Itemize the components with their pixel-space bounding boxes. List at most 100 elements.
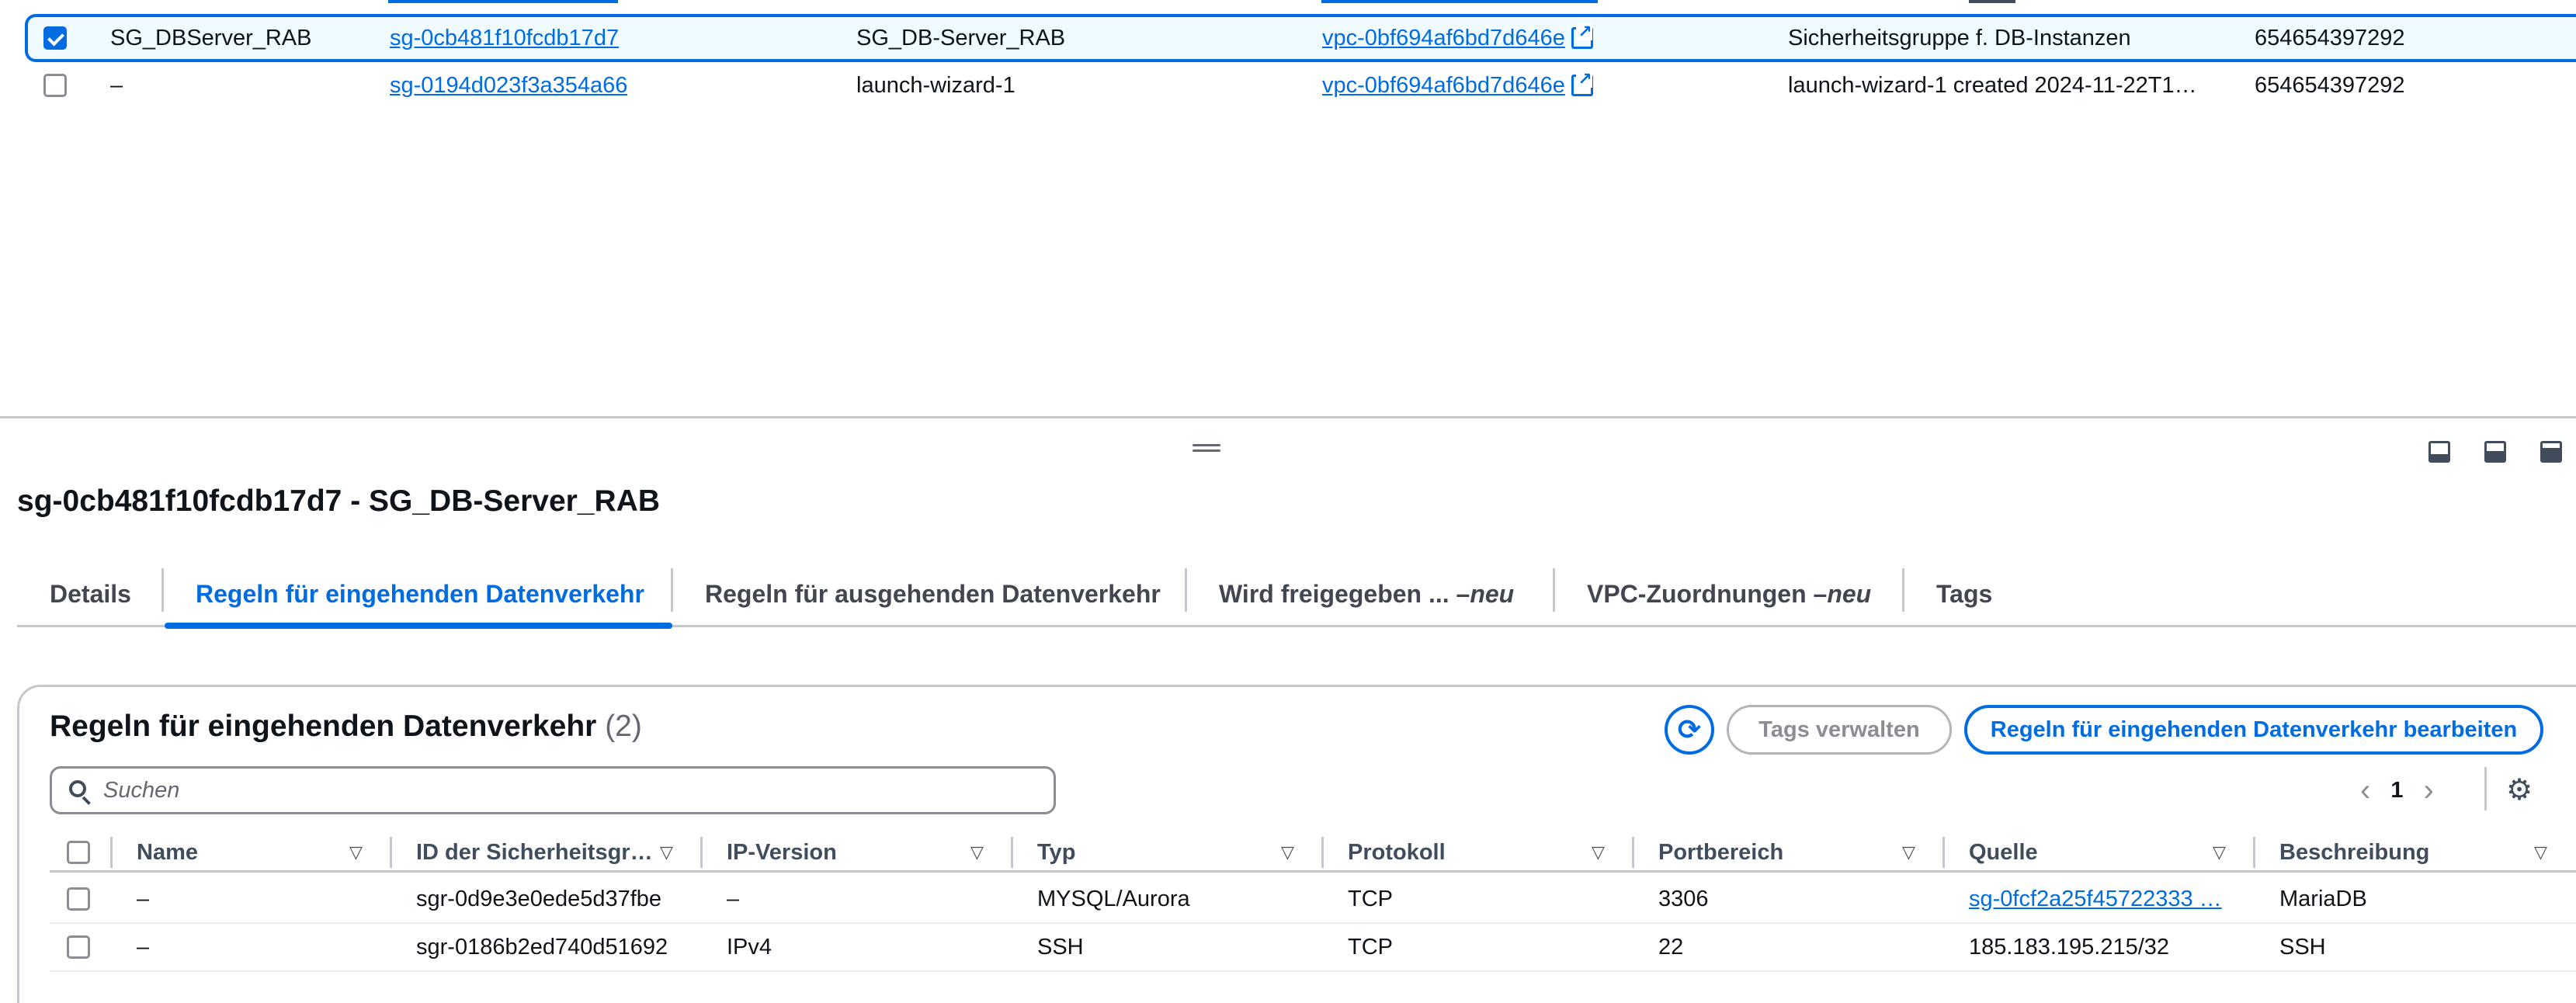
drag-handle-icon[interactable] [1193, 444, 1220, 453]
row-checkbox[interactable] [67, 924, 90, 970]
column-separator[interactable] [1011, 837, 1013, 868]
panel-bottom-icon[interactable] [2428, 441, 2450, 463]
sg-id-link[interactable]: sg-0cb481f10fcdb17d7 [390, 26, 619, 51]
rule-source-link[interactable]: sg-0fcf2a25f45722333 … [1969, 876, 2233, 922]
tab-details[interactable]: Details [50, 560, 131, 627]
column-header-name[interactable]: Name [137, 832, 198, 873]
column-header-source[interactable]: Quelle [1969, 832, 2038, 873]
column-separator[interactable] [110, 837, 113, 868]
row-sg-id-link[interactable]: sg-0194d023f3a354a66 [390, 62, 627, 109]
row-name: SG_DBServer_RAB [110, 25, 312, 50]
sort-icon[interactable]: ▽ [970, 832, 984, 873]
settings-separator [2484, 767, 2487, 810]
column-separator[interactable] [390, 837, 392, 868]
table-row[interactable]: – sgr-0d9e3e0ede5d37fbe – MYSQL/Aurora T… [50, 876, 2576, 924]
column-header-protocol[interactable]: Protokoll [1348, 832, 1446, 873]
search-input[interactable]: Suchen [50, 766, 1056, 814]
sort-icon[interactable]: ▽ [2213, 832, 2226, 873]
refresh-button[interactable]: ⟳ [1665, 705, 1714, 755]
vpc-id-link[interactable]: vpc-0bf694af6bd7d646e [1322, 26, 1565, 51]
column-separator[interactable] [1321, 837, 1324, 868]
sg-id-link[interactable]: sg-0194d023f3a354a66 [390, 73, 627, 99]
tab-inbound-rules[interactable]: Regeln für eingehenden Datenverkehr [196, 560, 644, 627]
tab-vpc-associations[interactable]: VPC-Zuordnungen – neu [1587, 560, 1871, 627]
row-vpc-link[interactable]: vpc-0bf694af6bd7d646e [1322, 62, 1593, 109]
rule-source: 185.183.195.215/32 [1969, 934, 2170, 960]
gear-icon[interactable]: ⚙ [2506, 775, 2533, 806]
manage-tags-button[interactable]: Tags verwalten [1727, 705, 1952, 755]
checkbox-checked-icon[interactable] [43, 26, 67, 50]
column-separator[interactable] [1942, 837, 1945, 868]
chevron-left-icon[interactable]: ‹ [2360, 773, 2370, 808]
rule-port-range: 22 [1658, 934, 1684, 960]
tab-label: Tags [1936, 579, 1993, 608]
column-header-ip-version[interactable]: IP-Version [727, 832, 837, 873]
row-checkbox[interactable] [43, 62, 67, 109]
cut-off-link [388, 0, 618, 3]
panel-maximize-icon[interactable] [2540, 441, 2562, 463]
sort-icon[interactable]: ▽ [1592, 832, 1605, 873]
column-separator[interactable] [700, 837, 703, 868]
sort-icon[interactable]: ▽ [1281, 832, 1294, 873]
column-separator[interactable] [2253, 837, 2255, 868]
tab-outbound-rules[interactable]: Regeln für ausgehenden Datenverkehr [705, 560, 1161, 627]
table-row[interactable]: – sg-0194d023f3a354a66 launch-wizard-1 v… [0, 62, 2576, 109]
column-header-description[interactable]: Beschreibung [2279, 832, 2429, 873]
rule-port-range: 3306 [1658, 886, 1709, 911]
column-separator[interactable] [1632, 837, 1634, 868]
row-name: – [110, 72, 123, 98]
tab-label: VPC-Zuordnungen – [1587, 579, 1828, 608]
external-link-icon[interactable] [1571, 71, 1593, 96]
panel-side-icon[interactable] [2484, 441, 2506, 463]
tab-label: Regeln für ausgehenden Datenverkehr [705, 579, 1161, 608]
tab-separator [671, 568, 673, 612]
edit-inbound-rules-button[interactable]: Regeln für eingehenden Datenverkehr bear… [1964, 705, 2543, 755]
tab-label: Wird freigegeben ... – [1219, 579, 1470, 608]
sort-icon[interactable]: ▽ [2534, 832, 2547, 873]
tab-new-badge: neu [1827, 579, 1872, 608]
rules-title-text: Regeln für eingehenden Datenverkehr [50, 710, 597, 743]
container-title: Regeln für eingehenden Datenverkehr (2) [50, 710, 642, 744]
table-row-selected[interactable]: SG_DBServer_RAB sg-0cb481f10fcdb17d7 SG_… [25, 14, 2576, 62]
rule-description: SSH [2279, 934, 2326, 960]
row-vpc-link[interactable]: vpc-0bf694af6bd7d646e [1322, 17, 1593, 59]
page-title: sg-0cb481f10fcdb17d7 - SG_DB-Server_RAB [17, 484, 660, 518]
tab-tags[interactable]: Tags [1936, 560, 1992, 627]
tab-label: Details [50, 579, 131, 608]
rules-count: (2) [605, 710, 642, 743]
page-number[interactable]: 1 [2390, 778, 2403, 803]
column-header-port-range[interactable]: Portbereich [1658, 832, 1783, 873]
sort-icon[interactable]: ▽ [1902, 832, 1915, 873]
rule-ip-version: – [727, 886, 740, 911]
checkbox-icon[interactable] [67, 887, 90, 911]
chevron-right-icon[interactable]: › [2423, 773, 2433, 808]
detail-tabs: Details Regeln für eingehenden Datenverk… [17, 560, 2576, 629]
checkbox-icon[interactable] [67, 841, 90, 864]
row-checkbox[interactable] [43, 17, 67, 59]
pagination: ‹ 1 › [2360, 772, 2434, 809]
column-header-type[interactable]: Typ [1037, 832, 1075, 873]
row-owner: 654654397292 [2255, 72, 2405, 98]
split-panel-divider[interactable] [0, 416, 2576, 418]
tab-new-badge: neu [1470, 579, 1515, 608]
sort-icon[interactable]: ▽ [660, 832, 673, 873]
row-checkbox[interactable] [67, 876, 90, 922]
row-sg-id-link[interactable]: sg-0cb481f10fcdb17d7 [390, 17, 619, 59]
column-header-id[interactable]: ID der Sicherheitsgr… [416, 832, 653, 873]
checkbox-icon[interactable] [43, 74, 67, 97]
tab-label: Regeln für eingehenden Datenverkehr [196, 579, 644, 608]
rule-ip-version: IPv4 [727, 934, 772, 960]
checkbox-icon[interactable] [67, 935, 90, 959]
rule-name: – [137, 934, 150, 960]
rule-type: SSH [1037, 934, 1084, 960]
sort-icon[interactable]: ▽ [349, 832, 363, 873]
vpc-id-link[interactable]: vpc-0bf694af6bd7d646e [1322, 73, 1565, 99]
header-checkbox[interactable] [67, 832, 90, 873]
table-row[interactable]: – sgr-0186b2ed740d51692 IPv4 SSH TCP 22 … [50, 924, 2576, 972]
row-owner: 654654397292 [2255, 25, 2405, 50]
row-group-name: launch-wizard-1 [856, 72, 1015, 98]
source-sg-link[interactable]: sg-0fcf2a25f45722333 … [1969, 887, 2222, 912]
external-link-icon[interactable] [1571, 23, 1593, 49]
search-placeholder: Suchen [103, 777, 180, 803]
tab-sharing[interactable]: Wird freigegeben ... – neu [1219, 560, 1514, 627]
